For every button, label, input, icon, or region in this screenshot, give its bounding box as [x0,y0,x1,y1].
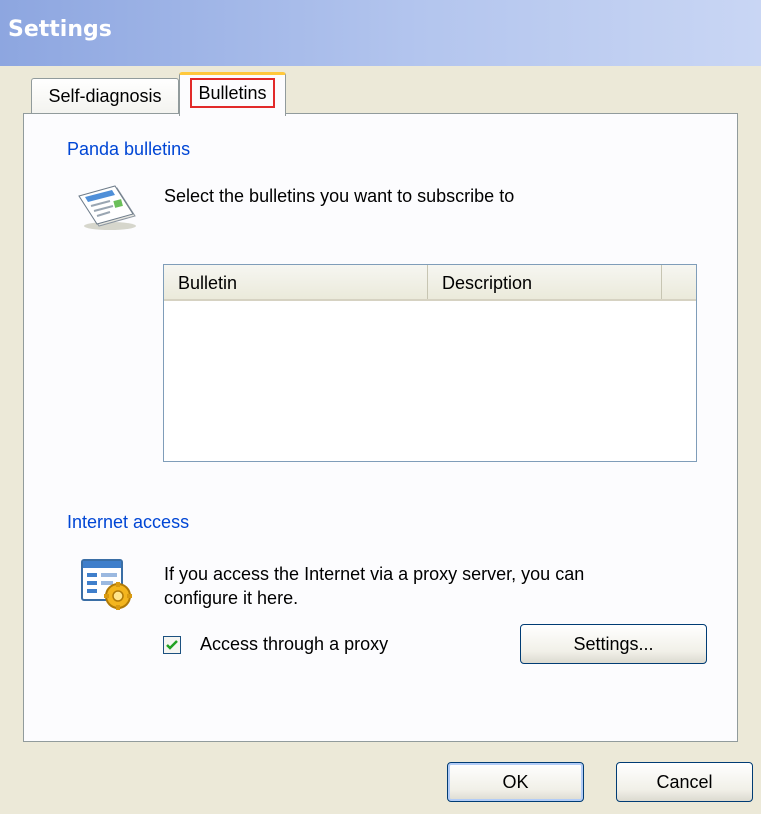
column-header-description[interactable]: Description [428,265,662,299]
window-title: Settings [8,17,112,42]
column-header-bulletin[interactable]: Bulletin [164,265,428,299]
checkmark-icon [166,640,178,650]
column-header-bulletin-label: Bulletin [178,273,238,293]
tab-self-diagnosis-label: Self-diagnosis [48,86,162,106]
cancel-button[interactable]: Cancel [616,762,753,802]
proxy-settings-button[interactable]: Settings... [520,624,707,664]
newsletter-icon [78,185,136,230]
proxy-description-line1: If you access the Internet via a proxy s… [164,564,585,584]
proxy-description-line2: configure it here. [164,588,299,608]
column-header-description-label: Description [442,273,533,293]
title-bar[interactable]: Settings [0,0,761,66]
ok-button[interactable]: OK [447,762,584,802]
proxy-checkbox-label[interactable]: Access through a proxy [200,634,388,655]
bulletins-list[interactable]: Bulletin Description [163,264,697,462]
bulletins-group-legend: Panda bulletins [64,139,194,160]
bulletins-instruction: Select the bulletins you want to subscri… [164,186,515,206]
internet-group-legend: Internet access [64,512,193,533]
proxy-checkbox[interactable] [163,636,181,654]
proxy-settings-icon [81,559,132,610]
tab-bulletins-label: Bulletins [190,78,275,108]
tab-bulletins[interactable]: Bulletins [179,72,286,116]
list-header: Bulletin Description [164,265,696,301]
tab-self-diagnosis[interactable]: Self-diagnosis [31,78,179,114]
